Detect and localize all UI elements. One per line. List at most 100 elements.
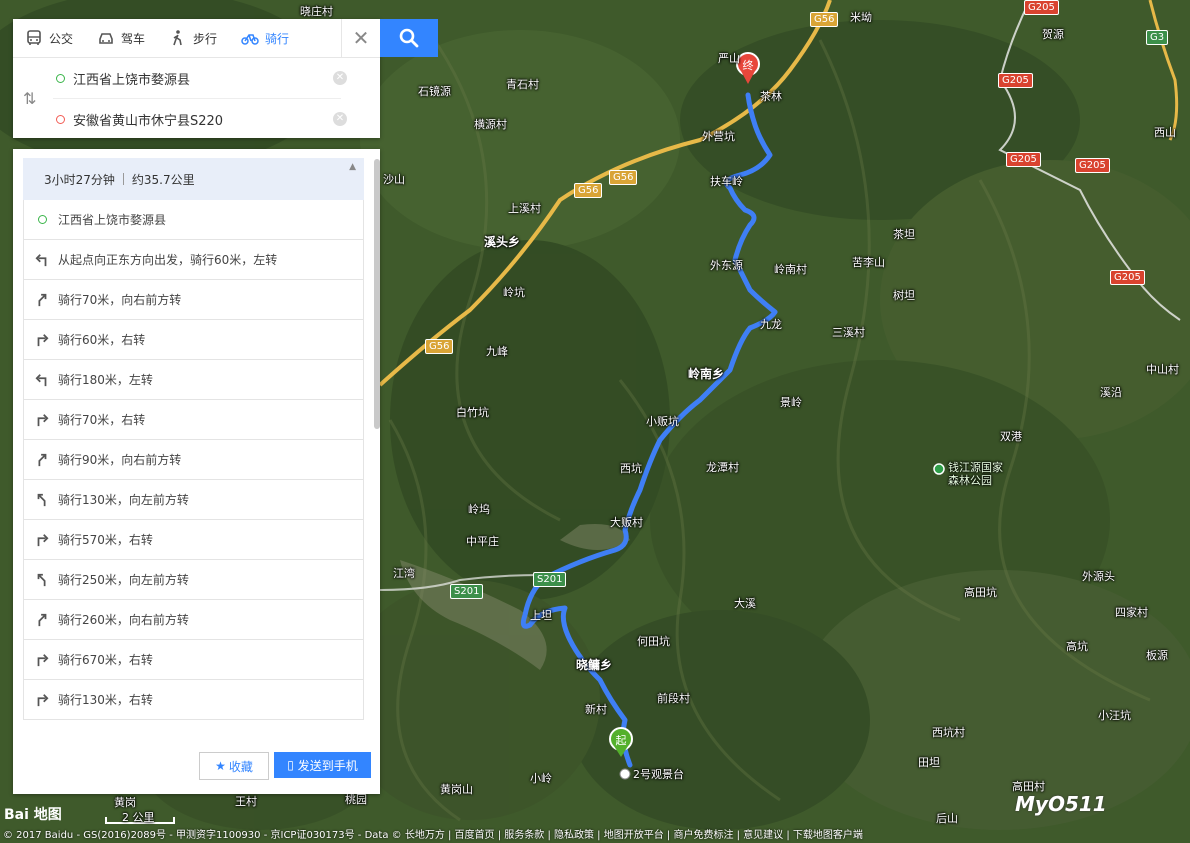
route-step[interactable]: 骑行670米，右转 [23,640,364,680]
step-text: 从起点向正东方向出发，骑行60米，左转 [58,253,278,267]
origin-dot-icon [34,212,50,228]
step-text: 骑行570米，右转 [58,533,153,547]
map-label: 前段村 [657,692,690,705]
map-label: 溪沿 [1100,386,1122,399]
destination-dot-icon [56,114,65,124]
svg-text:起: 起 [616,734,627,747]
bike-icon [241,34,259,45]
destination-text: 安徽省黄山市休宁县S220 [73,113,224,129]
map-label: 九龙 [760,318,782,331]
origin-field[interactable]: 江西省上饶市婺源县 ✕ [53,58,347,99]
map-label: 岭南村 [774,263,807,276]
step-text: 江西省上饶市婺源县 [58,213,167,227]
map-label: 晓鳙乡 [576,658,613,672]
turn-right-icon [34,652,50,668]
close-icon[interactable]: ✕ [341,19,380,57]
map-label: 晓庄村 [300,5,333,18]
route-step[interactable]: 从起点向正东方向出发，骑行60米，左转 [23,240,364,280]
send-label: 发送到手机 [297,758,358,773]
map-label: 九峰 [486,345,508,358]
map-label: 沙山 [383,173,405,186]
road-shield-g56: G56 [574,183,603,198]
panel-scrollbar[interactable] [374,159,380,429]
tab-drive[interactable]: 驾车 [85,19,157,57]
step-text: 骑行670米，右转 [58,653,153,667]
tab-walk[interactable]: 步行 [157,19,229,57]
route-step[interactable]: 骑行570米，右转 [23,520,364,560]
swap-icon[interactable]: ⇅ [23,89,36,108]
map-label: 茶林 [760,90,782,103]
turn-left-icon [34,372,50,388]
baidu-map-logo[interactable]: Bai 地图 [4,804,62,824]
map-label: 三溪村 [832,326,865,339]
map-label: 中山村 [1146,363,1179,376]
collapse-icon[interactable]: ▲ [349,162,356,172]
road-shield-g205: G205 [998,73,1033,88]
route-step[interactable]: 骑行130米，右转 [23,680,364,720]
clear-origin-icon[interactable]: ✕ [333,71,347,85]
map-label: 上坦 [530,609,552,622]
map-label: 西山 [1154,126,1176,139]
map-label: 横源村 [474,118,507,131]
map-label: 严山 [718,52,740,65]
route-step[interactable]: 骑行250米，向左前方转 [23,560,364,600]
route-step[interactable]: 骑行130米，向左前方转 [23,480,364,520]
map-label: 茶坦 [893,228,915,241]
step-text: 骑行70米，右转 [58,413,146,427]
step-list: 江西省上饶市婺源县 从起点向正东方向出发，骑行60米，左转骑行70米，向右前方转… [23,200,364,736]
step-text: 骑行90米，向右前方转 [58,453,182,467]
step-text: 骑行60米，右转 [58,333,146,347]
map-label: 景岭 [780,396,802,409]
map-label: 小汪坑 [1098,709,1131,722]
route-duration: 3小时27分钟 [44,172,115,187]
map-label: 王村 [235,795,257,808]
favorite-button[interactable]: ★ 收藏 [199,752,269,780]
step-text: 骑行130米，向左前方转 [58,493,189,507]
turn-right-icon [34,332,50,348]
map-label: 小贩坑 [646,415,679,428]
car-icon [99,33,113,44]
route-step[interactable]: 骑行90米，向右前方转 [23,440,364,480]
road-shield-s201: S201 [533,572,567,587]
map-label: 贺源 [1042,28,1064,41]
road-shield-g205: G205 [1006,152,1041,167]
send-to-phone-button[interactable]: ▯ 发送到手机 [274,752,371,778]
route-search-card: 公交 驾车 步行 骑行 ✕ ⇅ 江西省上饶市婺源县 ✕ 安徽省黄山市休宁县S22… [13,19,380,138]
route-step[interactable]: 骑行260米，向右前方转 [23,600,364,640]
scale-label: 2 公里 [122,811,155,824]
route-step[interactable]: 骑行70米，右转 [23,400,364,440]
tab-bus[interactable]: 公交 [13,19,85,57]
origin-dot-icon [56,73,65,83]
road-shield-g3: G3 [1146,30,1169,45]
road-shield-g56: G56 [609,170,638,185]
directions-panel: 3小时27分钟 约35.7公里 ▲ 江西省上饶市婺源县 从起点向正东方向出发，骑… [13,149,380,794]
origin-text: 江西省上饶市婺源县 [73,72,191,88]
route-summary[interactable]: 3小时27分钟 约35.7公里 ▲ [23,158,364,200]
tab-label: 公交 [49,31,74,46]
route-step[interactable]: 骑行60米，右转 [23,320,364,360]
route-step[interactable]: 骑行70米，向右前方转 [23,280,364,320]
map-label: 中平庄 [466,535,499,548]
map-label: 米坳 [850,11,872,24]
step-text: 骑行130米，右转 [58,693,153,707]
step-text: 骑行180米，左转 [58,373,153,387]
road-shield-g56: G56 [810,12,839,27]
route-distance: 约35.7公里 [131,172,195,187]
route-step[interactable]: 骑行180米，左转 [23,360,364,400]
turn-right-icon [34,532,50,548]
start-step[interactable]: 江西省上饶市婺源县 [23,200,364,240]
tab-label: 步行 [193,31,218,46]
map-label: 白竹坑 [456,406,489,419]
road-shield-s201: S201 [450,584,484,599]
turn-left-icon [34,252,50,268]
destination-field[interactable]: 安徽省黄山市休宁县S220 ✕ [53,99,347,139]
turn-right-icon [34,692,50,708]
bear-left-icon [34,572,50,588]
search-button[interactable] [380,19,438,57]
clear-destination-icon[interactable]: ✕ [333,112,347,126]
map-label: 大贩村 [610,516,643,529]
step-text: 骑行250米，向左前方转 [58,573,189,587]
tab-bike[interactable]: 骑行 [229,19,301,57]
road-shield-g205: G205 [1075,158,1110,173]
tab-label: 驾车 [121,31,146,46]
